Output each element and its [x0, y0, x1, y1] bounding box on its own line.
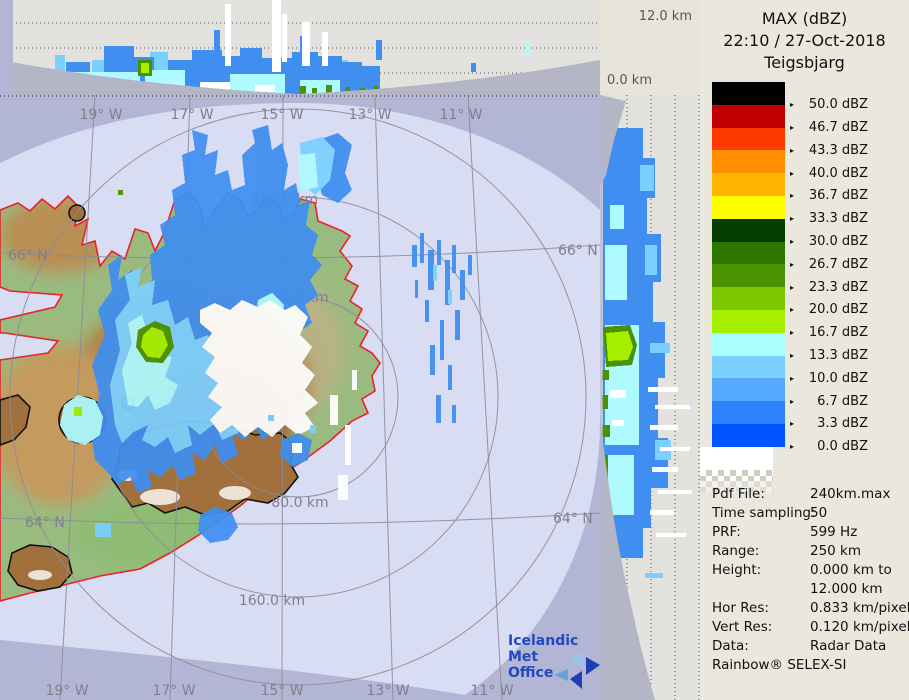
- metadata-label: Height:: [712, 562, 762, 578]
- lon-label-top: 11° W: [439, 107, 482, 123]
- colorbar-swatch: [712, 173, 785, 196]
- metadata-row: Hor Res: 0.833 km/pixel: [712, 599, 909, 618]
- top-height-projection-panel: [0, 0, 600, 95]
- metadata-row: Data: Radar Data: [712, 637, 907, 656]
- metadata-row: Height: 0.000 km to: [712, 561, 907, 580]
- legend-panel: MAX (dBZ) 22:10 / 27-Oct-2018 Teigsbjarg…: [700, 0, 909, 700]
- metadata-label: Time sampling:: [712, 505, 816, 521]
- lon-label-top: 17° W: [170, 107, 213, 123]
- colorbar-swatch: [712, 332, 785, 356]
- product-datetime: 22:10 / 27-Oct-2018: [723, 31, 886, 50]
- colorbar-swatch: [712, 264, 785, 288]
- metadata-label: Data:: [712, 638, 749, 654]
- lon-label-bottom: 15° W: [260, 683, 303, 699]
- colorbar-swatch: [712, 355, 785, 379]
- colorbar-arrow-icon: ▸: [790, 442, 795, 452]
- colorbar-swatch: [712, 423, 785, 447]
- colorbar-swatch: [712, 104, 785, 128]
- colorbar-row: ▸ 0.0 dBZ: [712, 423, 902, 454]
- metadata-value: 0.833 km/pixel: [810, 600, 909, 616]
- colorbar-row: ▸ 36.7 dBZ: [712, 173, 902, 203]
- colorbar-row: ▸ 26.7 dBZ: [712, 241, 902, 272]
- right-panel-left-margin: [600, 95, 603, 700]
- colorbar-swatch: [712, 150, 785, 174]
- lat-label-left: 64° N: [25, 515, 65, 531]
- radar-display-window: { "header": { "product": "MAX (dBZ)", "d…: [0, 0, 909, 700]
- lon-label-top: 19° W: [79, 107, 122, 123]
- metadata-value: 240km.max: [810, 486, 891, 502]
- colorbar-swatch: [712, 195, 785, 219]
- lat-label-right: 64° N: [553, 511, 593, 527]
- ring-label: 80.0 km: [271, 495, 328, 511]
- product-name: MAX (dBZ): [761, 9, 848, 28]
- lat-label-right: 66° N: [558, 243, 598, 259]
- colorbar-transparent-cell: [700, 469, 773, 481]
- colorbar-row: ▸ 3.3 dBZ: [712, 401, 902, 431]
- metadata-label: Vert Res:: [712, 619, 773, 635]
- right-height-projection-panel: [600, 95, 700, 700]
- metadata-row: 12.000 km: [712, 580, 907, 599]
- metadata-value: 0.000 km to: [810, 562, 892, 578]
- colorbar-label: ▸ 0.0 dBZ: [790, 439, 868, 455]
- software-brand: Rainbow® SELEX-SI: [712, 657, 847, 673]
- colorbar-row: ▸ 16.7 dBZ: [712, 309, 902, 340]
- met-office-logo-mark: [554, 651, 600, 689]
- colorbar-row: ▸ 40.0 dBZ: [712, 150, 902, 181]
- colorbar-swatch: [712, 82, 785, 105]
- radar-map-panel: 19° W 17° W 15° W 13° W 11° W 19° W 17° …: [0, 95, 600, 700]
- lon-label-bottom: 13° W: [366, 683, 409, 699]
- metadata-value: 250 km: [810, 543, 862, 559]
- met-office-logo: Icelandic Met Office: [508, 633, 600, 689]
- lon-label-bottom: 11° W: [470, 683, 513, 699]
- colorbar-row: ▸ 30.0 dBZ: [712, 218, 902, 249]
- metadata-value: 599 Hz: [810, 524, 858, 540]
- metadata-value: 12.000 km: [810, 581, 883, 597]
- metadata-row: PRF: 599 Hz: [712, 523, 907, 542]
- colorbar-row: ▸ 43.3 dBZ: [712, 127, 902, 158]
- height-axis-corner-box: 12.0 km 0.0 km: [600, 0, 700, 95]
- metadata-row: Time sampling:50: [712, 504, 907, 523]
- metadata-label: PRF:: [712, 524, 741, 540]
- product-metadata: Pdf File: 240km.max Time sampling:50 PRF:…: [712, 485, 909, 656]
- product-header: MAX (dBZ) 22:10 / 27-Oct-2018 Teigsbjarg: [700, 0, 909, 74]
- colorbar-swatch: [712, 309, 785, 333]
- dbz-colorbar: ▸ 50.0 dBZ ▸ 46.7 dBZ ▸ 43.3 dBZ ▸ 40.0 …: [712, 82, 902, 454]
- metadata-label: Pdf File:: [712, 486, 765, 502]
- height-axis-max-label: 12.0 km: [638, 9, 692, 24]
- metadata-label: Range:: [712, 543, 760, 559]
- metadata-row: Pdf File: 240km.max: [712, 485, 907, 504]
- lat-label-left: 66° N: [8, 248, 48, 264]
- colorbar-row: ▸ 50.0 dBZ: [712, 82, 902, 112]
- metadata-row: Range: 250 km: [712, 542, 907, 561]
- height-axis-min-label: 0.0 km: [607, 73, 652, 88]
- lon-label-top: 13° W: [348, 107, 391, 123]
- colorbar-row: ▸ 6.7 dBZ: [712, 378, 902, 409]
- metadata-row: Vert Res: 0.120 km/pixel: [712, 618, 909, 637]
- metadata-value: 50: [810, 505, 828, 521]
- colorbar-swatch: [712, 218, 785, 242]
- colorbar-white-cell: [700, 446, 773, 470]
- metadata-label: Hor Res:: [712, 600, 769, 616]
- colorbar-swatch: [712, 287, 785, 310]
- station-name: Teigsbjarg: [764, 53, 845, 72]
- colorbar-row: ▸ 33.3 dBZ: [712, 195, 902, 226]
- colorbar-row: ▸ 10.0 dBZ: [712, 355, 902, 386]
- lon-label-bottom: 19° W: [45, 683, 88, 699]
- ring-label: 160.0 km: [239, 593, 305, 609]
- colorbar-swatch: [712, 378, 785, 402]
- colorbar-swatch: [712, 127, 785, 151]
- metadata-value: 0.120 km/pixel: [810, 619, 909, 635]
- colorbar-row: ▸ 20.0 dBZ: [712, 287, 902, 317]
- metadata-value: Radar Data: [810, 638, 887, 654]
- lon-label-bottom: 17° W: [152, 683, 195, 699]
- colorbar-swatch: [712, 401, 785, 424]
- lon-label-top: 15° W: [260, 107, 303, 123]
- colorbar-row: ▸ 13.3 dBZ: [712, 332, 902, 363]
- colorbar-row: ▸ 46.7 dBZ: [712, 104, 902, 135]
- colorbar-swatch: [712, 241, 785, 265]
- top-panel-left-margin: [0, 0, 13, 95]
- colorbar-row: ▸ 23.3 dBZ: [712, 264, 902, 295]
